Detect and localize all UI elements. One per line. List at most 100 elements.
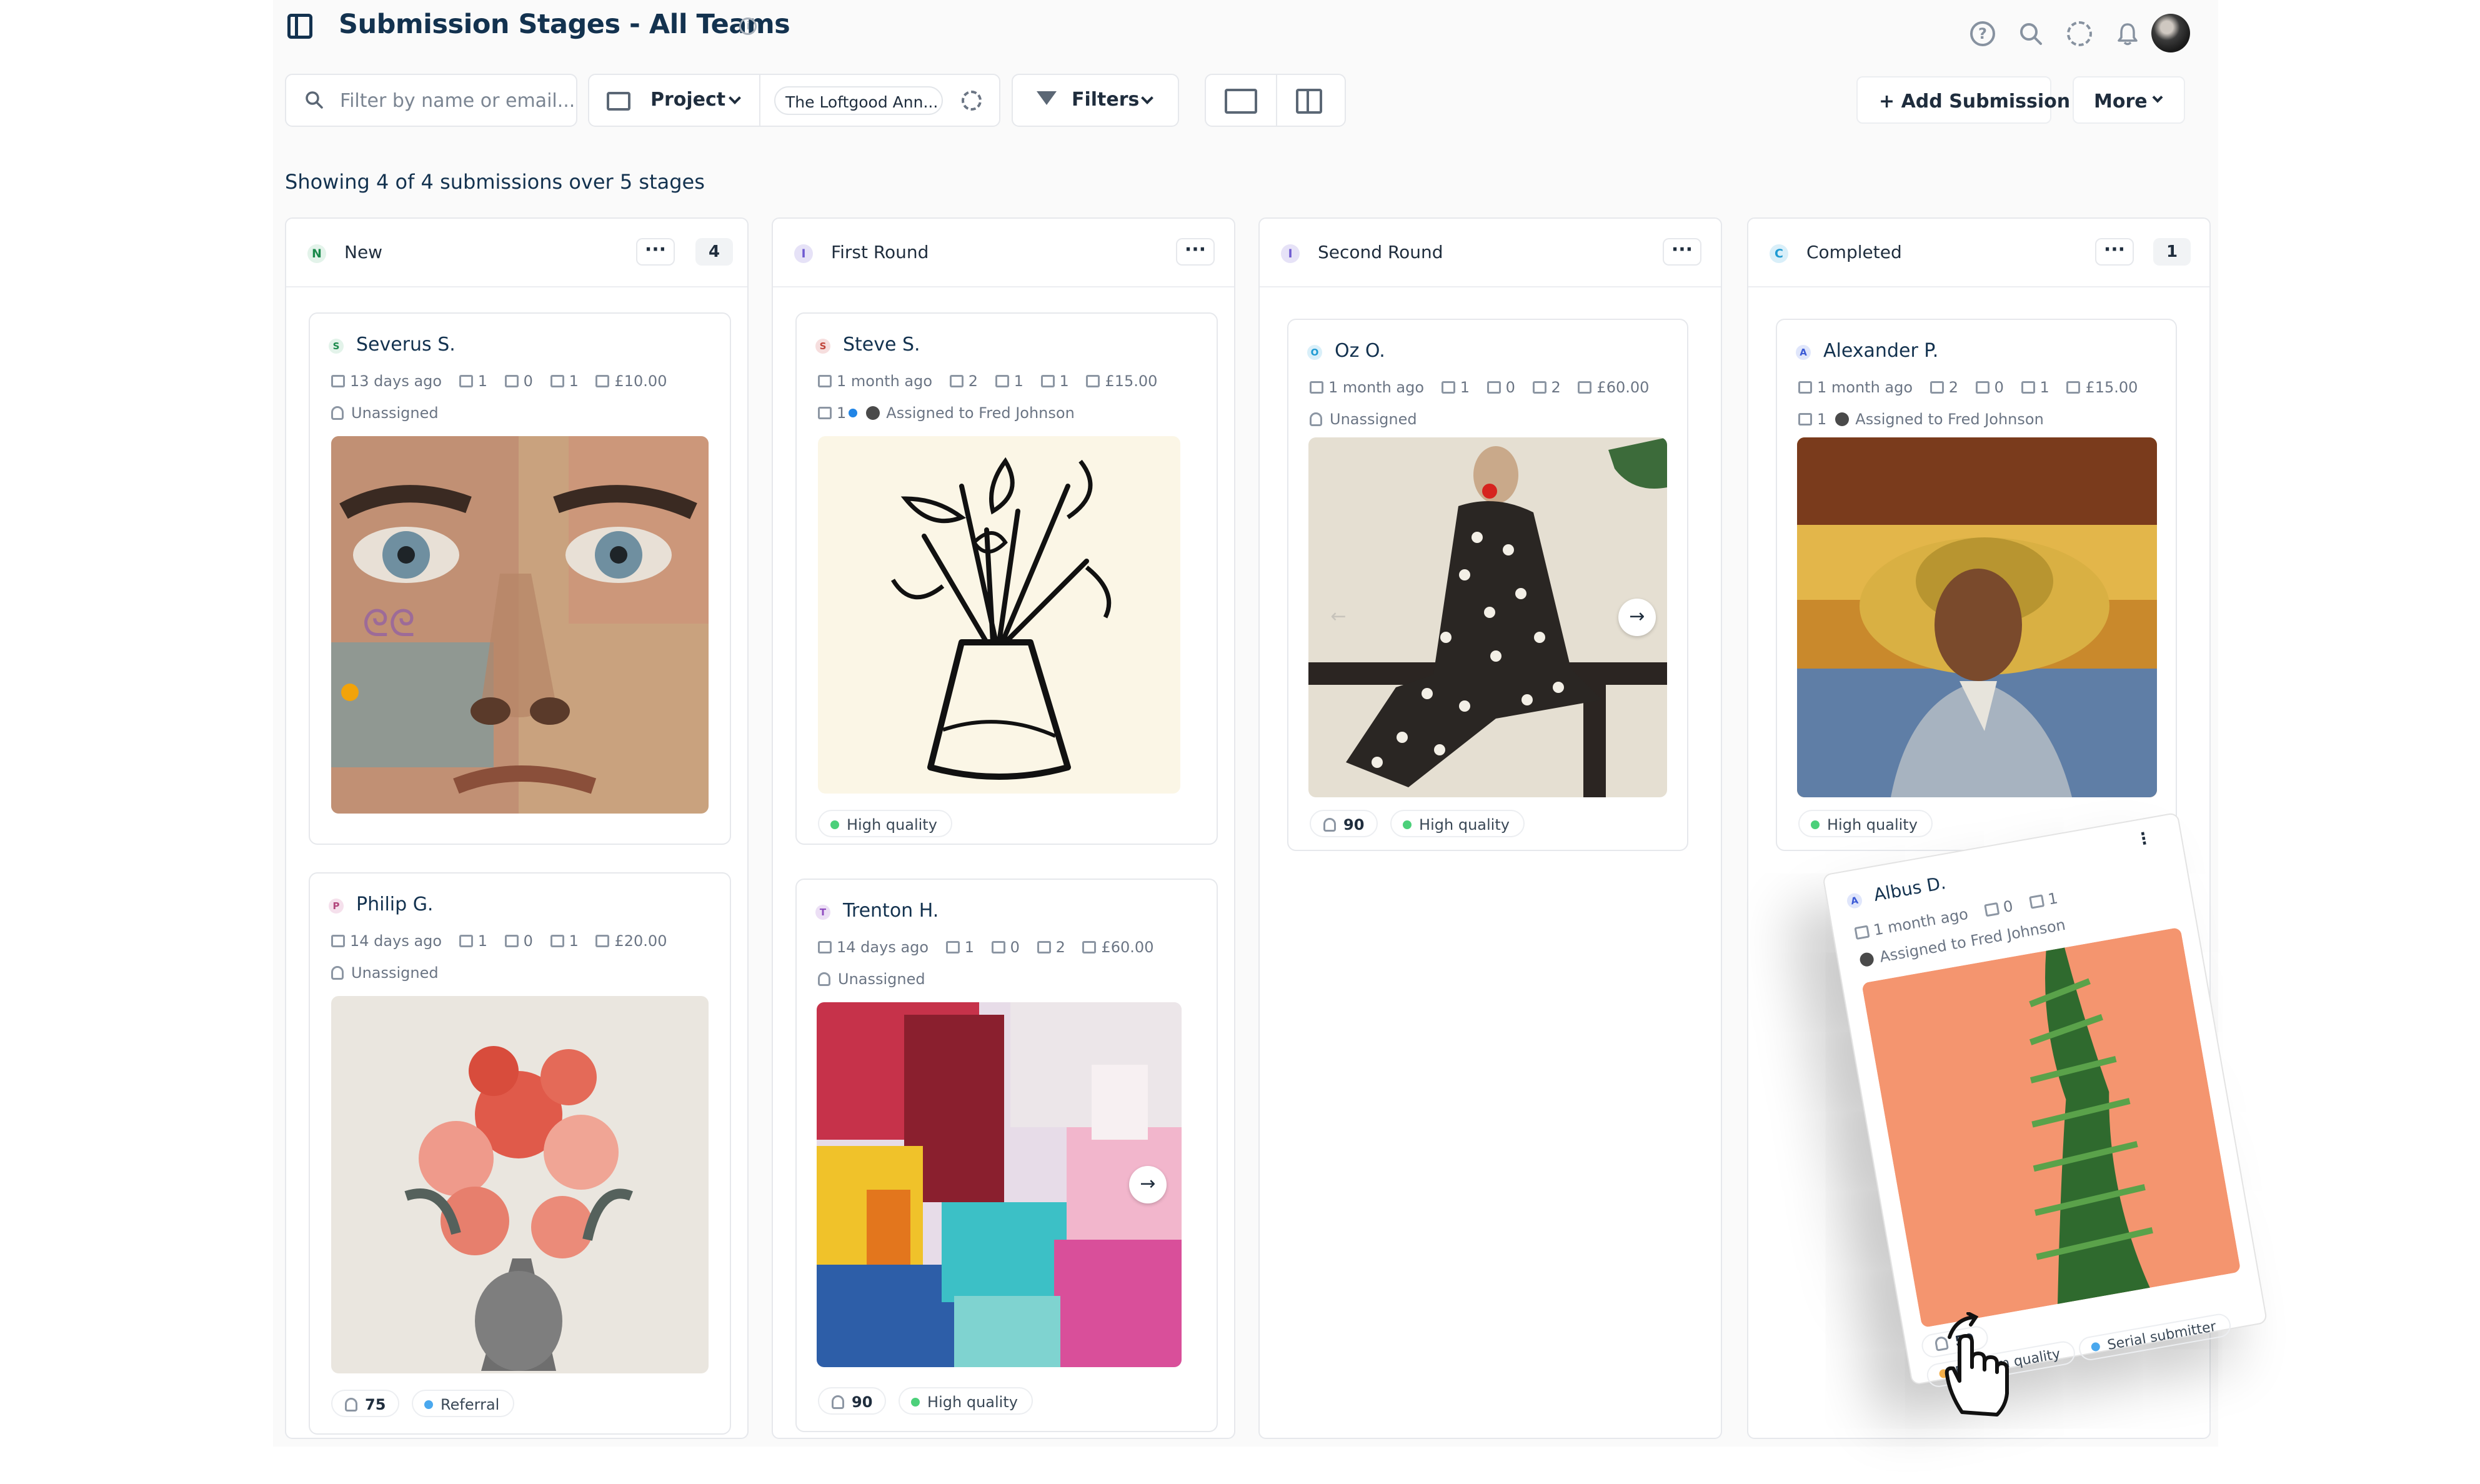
message-count: 2 [1948,379,1958,396]
file-count: 1 [1059,372,1069,390]
payment-amount: £10.00 [614,372,667,390]
settings-gear-icon[interactable] [2067,21,2092,46]
avatar: T [815,905,830,920]
help-icon[interactable]: ? [1970,21,1995,46]
file-count: 2 [1551,379,1561,396]
tag-high-quality[interactable]: High quality [1798,810,1933,837]
payment-amount: £20.00 [614,932,667,950]
payment-amount: £15.00 [1105,372,1158,390]
card-meta: 1 month ago 2 0 1 £15.00 [1798,379,2150,396]
artwork-image[interactable]: → [817,1002,1182,1367]
file-count: 1 [2046,889,2059,909]
submitter-name[interactable]: Trenton H. [843,900,939,922]
count-badge: 4 [695,238,733,266]
artwork-image[interactable]: ᘓᘓ [331,436,709,814]
artwork-image[interactable] [1797,437,2157,797]
score-value: 90 [852,1393,873,1411]
tag-label: High quality [1827,816,1918,834]
message-count: 1 [477,372,487,390]
user-avatar[interactable] [2151,14,2190,52]
score-badge: 90 [1310,810,1378,837]
folder-icon [607,92,630,111]
more-button[interactable]: More [2073,76,2185,124]
submission-card-steve[interactable]: S Steve S. 1 month ago 2 1 1 £15.00 1 Ass… [795,312,1218,845]
submitter-name[interactable]: Alexander P. [1823,340,1938,362]
tag-referral[interactable]: Referral [412,1390,515,1417]
message-count: 1 [477,932,487,950]
project-settings-icon[interactable] [962,91,982,111]
avatar: S [815,339,830,354]
sidebar-toggle-icon[interactable] [287,14,312,39]
submitted-age: 1 month ago [837,372,933,390]
stage-column-new: N New ··· 4 S Severus S. 13 days ago 1 0… [285,217,749,1439]
submitter-name[interactable]: Oz O. [1335,340,1385,362]
tag-label: High quality [927,1393,1018,1411]
column-header: I Second Round ··· [1260,219,1721,287]
submission-card-alexander[interactable]: A Alexander P. 1 month ago 2 0 1 £15.00 … [1776,319,2177,851]
file-count: 2 [1055,939,1065,956]
artwork-image[interactable] [818,436,1180,794]
assignee-avatar [1835,412,1850,426]
chevron-down-icon[interactable] [729,92,741,104]
payment-amount: £60.00 [1101,939,1154,956]
search-icon[interactable] [2018,21,2043,46]
svg-text:ᘓᘓ: ᘓᘓ [362,602,415,645]
divider [759,75,760,126]
search-placeholder: Filter by name or email... [340,90,575,112]
project-chip[interactable]: The Loftgood Ann... [774,86,943,115]
notification-bell-icon[interactable] [2115,21,2140,46]
board-view-icon[interactable] [1296,89,1322,114]
next-image-button[interactable]: → [1129,1166,1167,1203]
search-input[interactable]: Filter by name or email... [285,74,577,127]
task-count: 1 [837,404,847,422]
submission-card-severus[interactable]: S Severus S. 13 days ago 1 0 1 £10.00 Un… [309,312,731,845]
submission-card-oz[interactable]: O Oz O. 1 month ago 1 0 2 £60.00 Unassig… [1287,319,1688,851]
card-menu-button[interactable]: ⋮ [2133,827,2156,857]
count-badge: 1 [2153,238,2191,266]
project-selector[interactable]: Project The Loftgood Ann... [588,74,1000,127]
stage-badge: C [1770,244,1788,263]
column-menu-button[interactable]: ··· [2095,238,2134,266]
comment-count: 0 [1505,379,1515,396]
next-image-button[interactable]: → [1618,599,1656,636]
submitted-age: 14 days ago [837,939,929,956]
stage-badge: N [307,244,326,263]
artwork-image[interactable]: ← → [1308,437,1667,797]
column-header: C Completed ··· 1 [1748,219,2209,287]
previous-image-button[interactable]: ← [1320,599,1357,636]
info-icon[interactable]: i [739,17,757,35]
page-title: Submission Stages - All Teams [339,9,790,40]
submitter-name[interactable]: Philip G. [356,894,433,915]
column-menu-button[interactable]: ··· [1663,238,1701,266]
project-label[interactable]: Project [650,89,725,111]
tag-label: Referral [441,1396,500,1413]
card-meta: 1 month ago 2 1 1 £15.00 [818,372,1170,390]
submitter-name[interactable]: Steve S. [843,334,920,356]
column-menu-button[interactable]: ··· [1176,238,1215,266]
list-view-icon[interactable] [1225,89,1257,114]
stage-badge: I [794,244,813,263]
more-label: More [2094,91,2148,112]
card-footer: 90 High quality [1310,810,1525,837]
artwork-image[interactable] [331,996,709,1373]
status-dot [849,409,858,417]
filters-button[interactable]: Filters [1012,74,1179,127]
tag-high-quality[interactable]: High quality [1390,810,1525,837]
column-menu-button[interactable]: ··· [636,238,675,266]
stage-name: First Round [831,242,929,262]
submission-card-trenton[interactable]: T Trenton H. 14 days ago 1 0 2 £60.00 Un… [795,879,1218,1432]
submission-card-philip[interactable]: P Philip G. 14 days ago 1 0 1 £20.00 Una… [309,872,731,1435]
tag-high-quality[interactable]: High quality [899,1387,1033,1415]
artwork-image[interactable] [1861,927,2241,1328]
submitter-name[interactable]: Albus D. [1872,872,1947,905]
score-value: 90 [1343,816,1365,834]
divider [1276,75,1277,126]
submitter-name[interactable]: Severus S. [356,334,456,356]
add-submission-button[interactable]: + Add Submission [1856,76,2070,124]
assignee: Unassigned [331,404,439,422]
tag-high-quality[interactable]: High quality [818,810,952,837]
task-count: 1 [1817,411,1827,428]
stage-badge: I [1281,244,1300,263]
assignee: Unassigned [331,964,439,982]
assignee: Unassigned [1310,411,1417,428]
